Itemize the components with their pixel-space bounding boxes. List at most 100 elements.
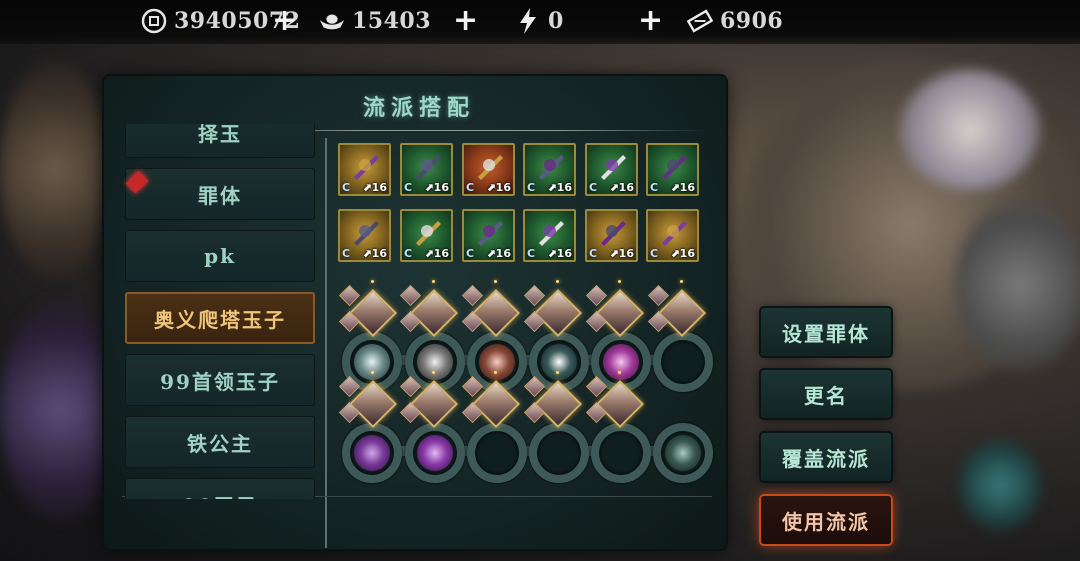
refine-badge: C (527, 181, 536, 194)
equipment-slot[interactable]: C ⬈16 (523, 209, 576, 262)
use-loadout-label: 使用流派 (782, 509, 870, 534)
sparkle-icon (618, 371, 621, 374)
list-item-label: 90玉子 (182, 490, 258, 500)
currency-bar: 39405072 + 15403 + 0 + 6906 (0, 0, 1080, 44)
equipment-slot[interactable]: C ⬈16 (400, 209, 453, 262)
skill-slot-empty[interactable] (653, 332, 713, 392)
refine-badge: C (589, 181, 598, 194)
level-badge: ⬈16 (670, 247, 695, 260)
lightning-icon (514, 7, 542, 35)
list-item-label: 奥义爬塔玉子 (154, 307, 286, 332)
refine-badge: C (466, 247, 475, 260)
equipment-art-icon (410, 151, 444, 181)
refine-badge: C (342, 181, 351, 194)
panel-title: 流派搭配 (362, 95, 475, 121)
skill-slot[interactable] (342, 423, 402, 483)
equipment-slot[interactable]: C ⬈16 (462, 143, 515, 196)
level-badge: ⬈16 (362, 247, 387, 260)
level-badge: ⬈16 (609, 247, 634, 260)
skill-slot[interactable] (653, 423, 713, 483)
equipment-art-icon (348, 217, 382, 247)
sparkle-icon (556, 280, 559, 283)
refine-badge: C (589, 247, 598, 260)
list-item-selected[interactable]: 奥义爬塔玉子 (125, 292, 315, 344)
rename-button[interactable]: 更名 (761, 370, 891, 418)
list-item-label: pk (204, 244, 236, 268)
sparkle-icon (494, 280, 497, 283)
add-silver-button[interactable]: + (453, 6, 478, 36)
equipment-art-icon (410, 217, 444, 247)
overwrite-button[interactable]: 覆盖流派 (761, 433, 891, 481)
list-item[interactable]: 90玉子 (125, 478, 315, 499)
ticket-value: 6906 (720, 8, 784, 34)
equipment-art-icon (533, 217, 567, 247)
list-item[interactable]: 99首领玉子 (125, 354, 315, 406)
equipment-art-icon (348, 151, 382, 181)
equipment-art-icon (472, 217, 506, 247)
currency-silver: 15403 (318, 6, 431, 36)
refine-badge: C (650, 247, 659, 260)
loadout-list[interactable]: 择玉 罪体 pk 奥义爬塔玉子 99首领玉子 铁公主 90玉子 (120, 124, 320, 499)
refine-badge: C (404, 181, 413, 194)
level-badge: ⬈16 (486, 181, 511, 194)
equipment-slot[interactable]: C ⬈16 (400, 143, 453, 196)
sparkle-icon (371, 371, 374, 374)
skill-slot[interactable] (405, 423, 465, 483)
overwrite-label: 覆盖流派 (782, 446, 870, 471)
energy-value: 0 (548, 8, 564, 34)
add-coin-button[interactable]: + (272, 6, 297, 36)
skill-slot-empty[interactable] (529, 423, 589, 483)
list-divider (325, 138, 327, 548)
refine-badge: C (466, 181, 475, 194)
equipment-slot[interactable]: C ⬈16 (338, 209, 391, 262)
equipment-slot[interactable]: C ⬈16 (646, 143, 699, 196)
skill-slot-empty[interactable] (591, 423, 651, 483)
equipment-slot[interactable]: C ⬈16 (585, 209, 638, 262)
list-item[interactable]: 择玉 (125, 124, 315, 158)
list-item-label: 铁公主 (187, 431, 253, 456)
equipment-art-icon (656, 151, 690, 181)
add-energy-button[interactable]: + (638, 6, 663, 36)
coin-icon (140, 7, 168, 35)
equipment-slot[interactable]: C ⬈16 (646, 209, 699, 262)
level-badge: ⬈16 (486, 247, 511, 260)
level-badge: ⬈16 (424, 181, 449, 194)
level-badge: ⬈16 (609, 181, 634, 194)
equipment-art-icon (472, 151, 506, 181)
silver-ingot-icon (318, 7, 346, 35)
level-badge: ⬈16 (670, 181, 695, 194)
equipment-art-icon (656, 217, 690, 247)
list-item[interactable]: 罪体 (125, 168, 315, 220)
ticket-icon (686, 7, 714, 35)
equipment-slot[interactable]: C ⬈16 (462, 209, 515, 262)
equipment-art-icon (533, 151, 567, 181)
sparkle-icon (494, 371, 497, 374)
level-badge: ⬈16 (547, 247, 572, 260)
set-body-label: 设置罪体 (782, 321, 870, 346)
level-badge: ⬈16 (547, 181, 572, 194)
equipment-slot[interactable]: C ⬈16 (338, 143, 391, 196)
use-loadout-button[interactable]: 使用流派 (761, 496, 891, 544)
set-body-button[interactable]: 设置罪体 (761, 308, 891, 356)
refine-badge: C (342, 247, 351, 260)
list-item-label: 99首领玉子 (160, 369, 280, 394)
rename-label: 更名 (804, 383, 848, 408)
list-item-label: 择玉 (198, 124, 242, 146)
sparkle-icon (432, 371, 435, 374)
skill-slot-empty[interactable] (467, 423, 527, 483)
list-item-label: 罪体 (198, 183, 242, 208)
sparkle-icon (680, 280, 683, 283)
refine-badge: C (527, 247, 536, 260)
equipment-slot[interactable]: C ⬈16 (523, 143, 576, 196)
list-item[interactable]: 铁公主 (125, 416, 315, 468)
currency-ticket: 6906 (686, 6, 783, 36)
equipment-art-icon (595, 217, 629, 247)
level-badge: ⬈16 (424, 247, 449, 260)
equipment-slot[interactable]: C ⬈16 (585, 143, 638, 196)
currency-energy: 0 (514, 6, 564, 36)
sparkle-icon (371, 280, 374, 283)
silver-value: 15403 (352, 8, 432, 34)
sparkle-icon (432, 280, 435, 283)
sparkle-icon (556, 371, 559, 374)
list-item[interactable]: pk (125, 230, 315, 282)
